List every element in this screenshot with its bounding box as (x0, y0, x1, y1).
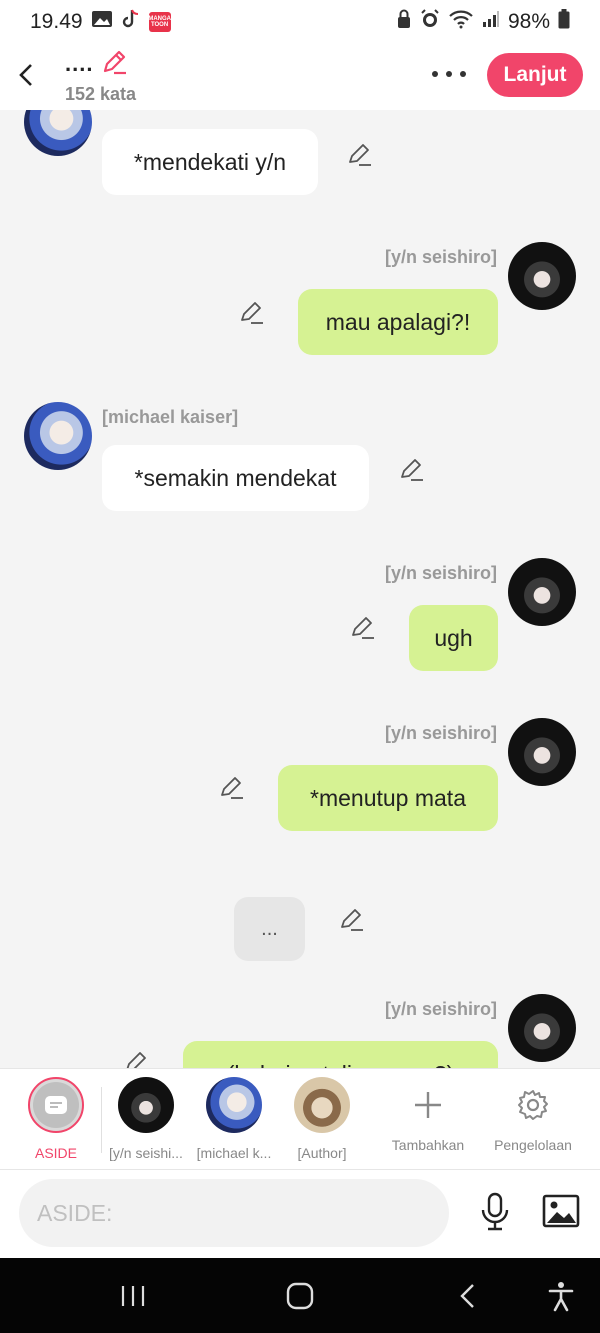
character-bar: ASIDE [y/n seishi... [michael k... [Auth… (0, 1068, 600, 1170)
insert-image-button[interactable] (542, 1194, 580, 1228)
add-label: Tambahkan (391, 1137, 465, 1153)
microphone-button[interactable] (478, 1192, 512, 1232)
michael-avatar[interactable] (24, 402, 92, 470)
michael-avatar (206, 1077, 262, 1133)
battery-percent: 98% (507, 10, 550, 33)
comment-icon (45, 1096, 67, 1114)
character-author[interactable]: [Author] (284, 1077, 360, 1161)
home-button[interactable] (284, 1280, 316, 1312)
wifi-icon (448, 9, 474, 35)
status-time: 19.49 (30, 10, 83, 33)
message-bubble[interactable]: *mendekati y/n (102, 129, 318, 195)
divider (101, 1087, 102, 1153)
message-bubble[interactable]: *semakin mendekat (102, 445, 369, 511)
manage-button[interactable]: Pengelolaan (490, 1077, 576, 1153)
character-yn[interactable]: [y/n seishi... (108, 1077, 184, 1161)
yn-avatar[interactable] (508, 718, 576, 786)
chevron-left-icon (19, 64, 32, 86)
image-icon (542, 1194, 580, 1228)
alarm-icon (420, 9, 440, 35)
editor-header: .... 152 kata Lanjut (0, 44, 600, 110)
more-options-button[interactable] (432, 62, 466, 86)
accessibility-button[interactable] (545, 1280, 577, 1312)
sender-name: [y/n seishiro] (384, 247, 497, 267)
message-bubble[interactable]: ugh (409, 605, 498, 671)
title-area[interactable]: .... 152 kata (65, 50, 136, 105)
message-bubble[interactable]: (bahaian tulisan apa?) (183, 1041, 498, 1068)
message-bubble[interactable]: mau apalagi?! (298, 289, 498, 355)
microphone-icon (481, 1192, 509, 1231)
system-back-button[interactable] (452, 1280, 484, 1312)
gallery-icon (91, 9, 113, 35)
status-bar: 19.49 MANGA TOON 98% (0, 0, 600, 44)
author-avatar (294, 1077, 350, 1133)
edit-message-icon[interactable] (347, 142, 373, 168)
composer (0, 1170, 600, 1258)
mangatoon-icon: MANGA TOON (148, 12, 171, 32)
aside-label: ASIDE (34, 1145, 77, 1161)
tiktok-icon (121, 8, 141, 36)
battery-icon (558, 9, 570, 35)
back-button[interactable] (14, 60, 38, 90)
yn-avatar (118, 1077, 174, 1133)
edit-title-icon[interactable] (101, 49, 127, 80)
word-count: 152 kata (65, 84, 137, 104)
next-button[interactable]: Lanjut (487, 53, 583, 97)
home-icon (286, 1282, 314, 1310)
manage-label: Pengelolaan (494, 1137, 572, 1153)
sender-name: [y/n seishiro] (384, 999, 497, 1019)
sender-name: [y/n seishiro] (384, 563, 497, 583)
more-icon-dot (446, 71, 452, 77)
michael-avatar[interactable] (24, 110, 92, 156)
edit-message-icon[interactable] (339, 907, 365, 933)
character-label: [y/n seishi... (109, 1145, 183, 1161)
lock-icon (396, 9, 412, 35)
character-label: [michael k... (196, 1145, 272, 1161)
story-title: .... (65, 51, 94, 76)
system-nav-bar (0, 1258, 600, 1333)
yn-avatar[interactable] (508, 994, 576, 1062)
gear-icon (505, 1077, 561, 1133)
sender-name: [michael kaiser] (102, 407, 239, 427)
edit-message-icon[interactable] (219, 775, 245, 801)
aside-inner (33, 1082, 79, 1128)
plus-icon (400, 1077, 456, 1133)
message-bubble[interactable]: *menutup mata (278, 765, 498, 831)
chevron-left-icon (460, 1284, 474, 1308)
message-input[interactable] (19, 1179, 449, 1247)
character-label: [Author] (297, 1145, 347, 1161)
accessibility-icon (548, 1282, 574, 1312)
yn-avatar[interactable] (508, 558, 576, 626)
recent-apps-button[interactable] (117, 1280, 149, 1312)
more-icon-dot (460, 71, 466, 77)
aside-bubble[interactable]: ... (234, 897, 305, 961)
edit-message-icon[interactable] (350, 615, 376, 641)
yn-avatar[interactable] (508, 242, 576, 310)
recent-apps-icon (121, 1286, 145, 1306)
aside-selector[interactable]: ASIDE (28, 1077, 84, 1161)
more-icon (432, 71, 438, 77)
add-character-button[interactable]: Tambahkan (390, 1077, 466, 1153)
chat-area[interactable]: *mendekati y/n [y/n seishiro] mau apalag… (0, 110, 600, 1068)
edit-message-icon[interactable] (399, 457, 425, 483)
character-michael[interactable]: [michael k... (196, 1077, 272, 1161)
sender-name: [y/n seishiro] (384, 723, 497, 743)
signal-icon (482, 10, 500, 34)
edit-message-icon[interactable] (124, 1050, 150, 1068)
edit-message-icon[interactable] (239, 300, 265, 326)
aside-circle (28, 1077, 84, 1133)
